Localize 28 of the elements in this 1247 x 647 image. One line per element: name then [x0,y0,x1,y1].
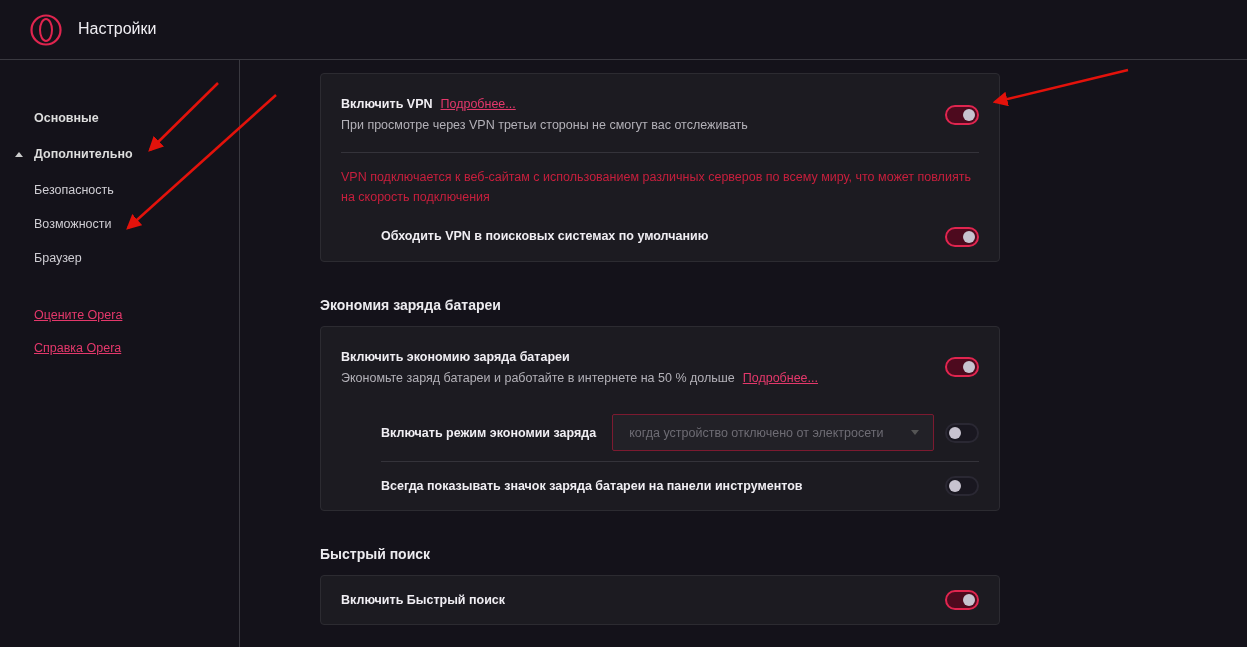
toggle-switch[interactable] [945,357,979,378]
sidebar-link[interactable]: Справка Opera [34,339,122,356]
setting-label: Включать режим экономии заряда [381,425,597,440]
setting-label: Всегда показывать значок заряда батареи на панели инструментов [381,479,803,494]
toggle-switch[interactable] [945,590,979,611]
setting-description: При просмотре через VPN третьи стороны не смогут вас отслеживать [341,118,748,133]
toggle-switch[interactable] [945,476,979,497]
sidebar-item[interactable]: Дополнительно [15,136,239,173]
logo-icon [30,13,62,46]
more-link[interactable]: Подробнее... [742,370,818,385]
setting-description: Экономьте заряд батареи и работайте в интернете на 50 % дольше [341,370,735,385]
sidebar-item[interactable]: Основные [34,100,239,137]
sidebar-link[interactable]: Оцените Opera [34,307,123,324]
dropdown-caret-icon [911,430,920,436]
sidebar-item[interactable]: Возможности [34,206,239,241]
section-heading: Быстрый поиск [320,545,432,564]
warning-text: VPN подключается к веб-сайтам с использованием различных серверов по всему миру, что может повлиять на скорость подключения [341,168,972,206]
setting-label: Включить экономию заряда батареи [341,349,570,364]
toggle-switch[interactable] [945,226,979,247]
sidebar-item[interactable]: Безопасность [34,172,239,207]
page-title: Настройки [78,19,157,40]
section-heading: Экономия заряда батареи [320,295,502,314]
toggle-switch[interactable] [945,104,979,125]
sidebar-item[interactable]: Браузер [34,241,239,276]
setting-label: Обходить VPN в поисковых системах по умолчанию [381,229,709,244]
more-link[interactable]: Подробнее... [440,97,516,111]
setting-label: Включить VPN [341,97,433,111]
setting-label: Включить Быстрый поиск [341,593,506,608]
